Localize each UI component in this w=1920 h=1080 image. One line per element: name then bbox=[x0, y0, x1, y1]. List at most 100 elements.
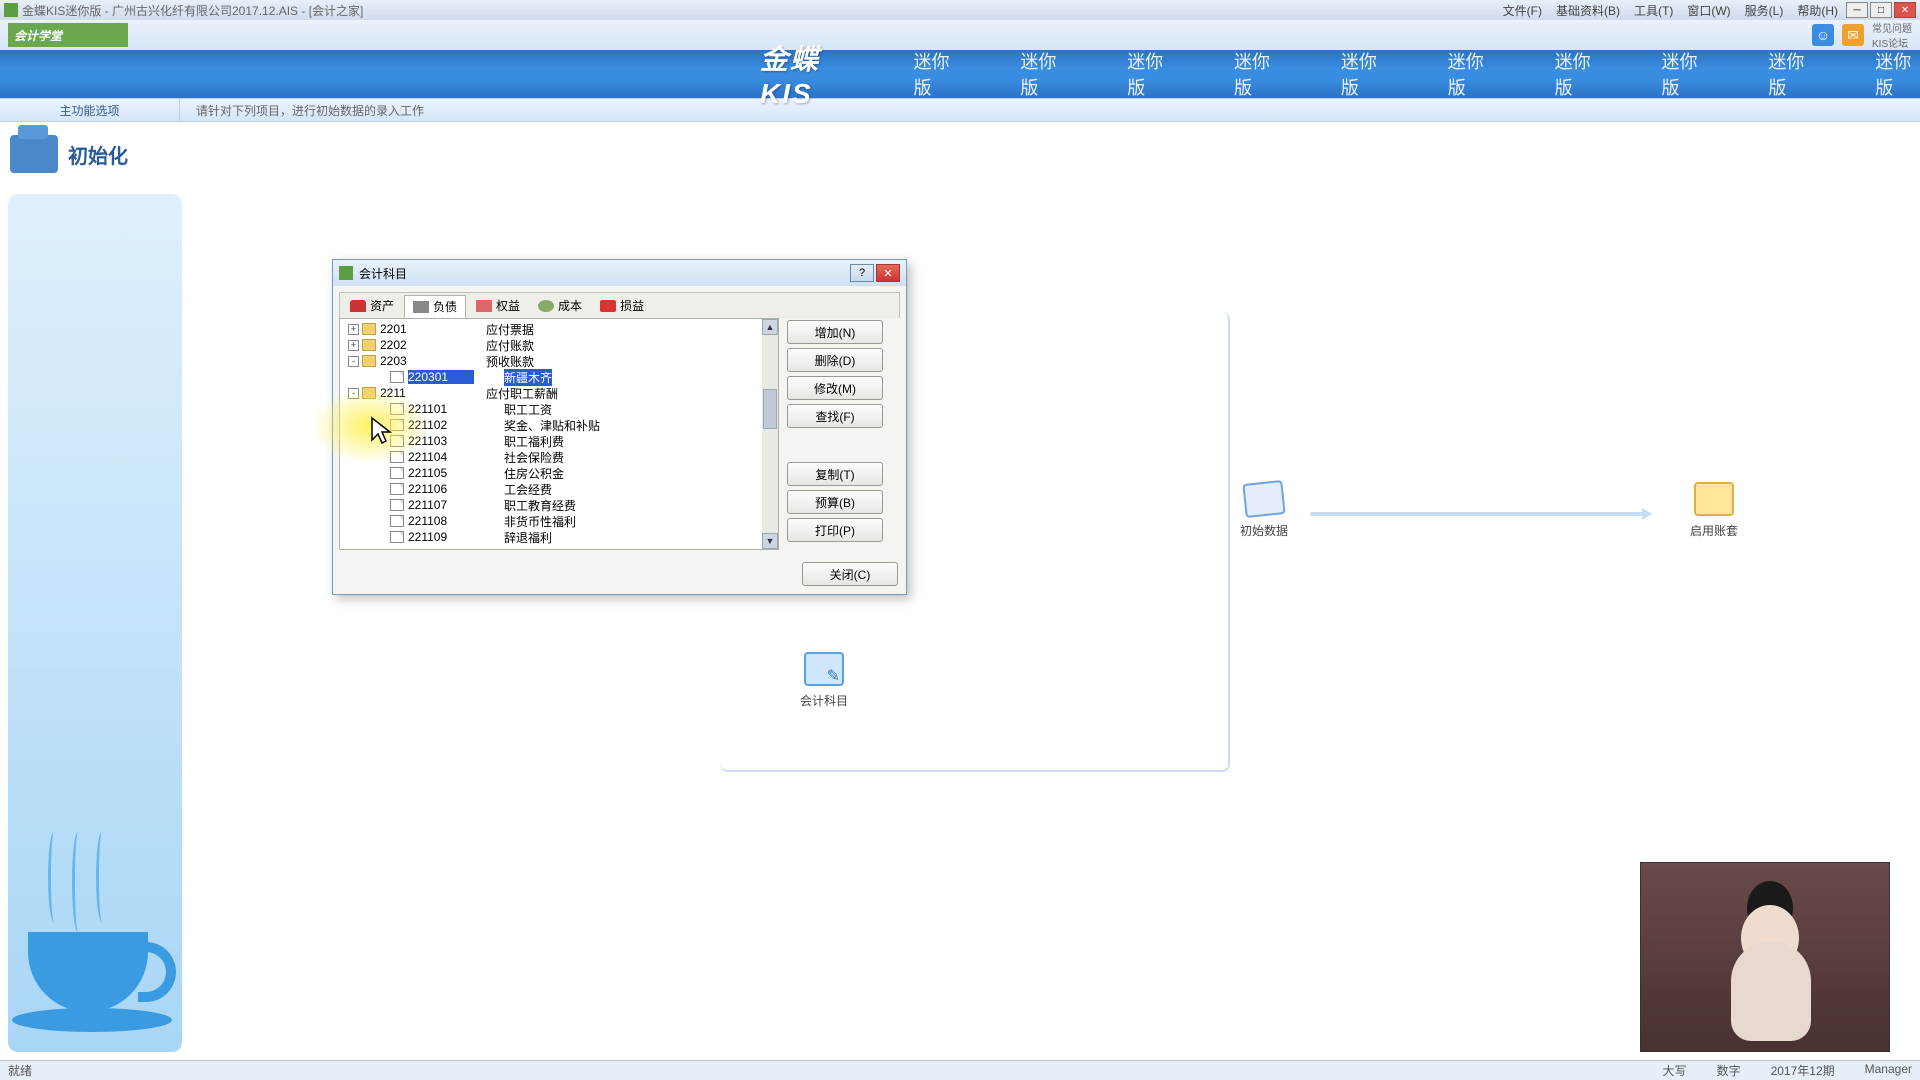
enable-label: 启用账套 bbox=[1690, 522, 1738, 539]
node-code: 221109 bbox=[408, 530, 474, 544]
minimize-button[interactable]: ─ bbox=[1846, 2, 1868, 18]
node-code: 221104 bbox=[408, 450, 474, 464]
print-button[interactable]: 打印(P) bbox=[787, 518, 883, 542]
tree-node-2203[interactable]: -2203预收账款 bbox=[340, 353, 778, 369]
menu-window[interactable]: 窗口(W) bbox=[1681, 2, 1736, 19]
expander-icon[interactable]: - bbox=[348, 356, 359, 367]
expander-icon[interactable]: - bbox=[348, 388, 359, 399]
tree-node-2211[interactable]: -2211应付职工薪酬 bbox=[340, 385, 778, 401]
node-name: 职工福利费 bbox=[504, 433, 564, 450]
scroll-down-button[interactable]: ▼ bbox=[762, 533, 778, 549]
maximize-button[interactable]: □ bbox=[1870, 2, 1892, 18]
node-code: 2202 bbox=[380, 338, 446, 352]
init-icon bbox=[10, 135, 58, 173]
copy-button[interactable]: 复制(T) bbox=[787, 462, 883, 486]
dialog-close-button[interactable]: ✕ bbox=[876, 264, 900, 282]
file-icon bbox=[390, 499, 404, 511]
expander-icon bbox=[376, 532, 387, 543]
scroll-up-button[interactable]: ▲ bbox=[762, 319, 778, 335]
expander-icon bbox=[376, 516, 387, 527]
folder-icon bbox=[362, 387, 376, 399]
app-toolbar: 会计学堂 ☺ ✉ 常见问题 KIS论坛 bbox=[0, 20, 1920, 50]
file-icon bbox=[390, 403, 404, 415]
delete-button[interactable]: 删除(D) bbox=[787, 348, 883, 372]
node-code: 220301 bbox=[408, 370, 474, 384]
main-area: 初始化 会计科目 初始数据 启用账套 bbox=[0, 122, 1920, 1060]
node-name: 社会保险费 bbox=[504, 449, 564, 466]
webcam-overlay bbox=[1640, 862, 1890, 1052]
tab-asset[interactable]: 资产 bbox=[342, 295, 402, 316]
menu-tools[interactable]: 工具(T) bbox=[1628, 2, 1679, 19]
tab-profit[interactable]: 损益 bbox=[592, 295, 652, 316]
statusbar: 就绪 大写 数字 2017年12期 Manager bbox=[0, 1060, 1920, 1080]
dialog-titlebar[interactable]: 会计科目 ? ✕ bbox=[333, 260, 906, 286]
tree-node-2202[interactable]: +2202应付账款 bbox=[340, 337, 778, 353]
expander-icon[interactable]: + bbox=[348, 340, 359, 351]
tree-node-221101[interactable]: 221101职工工资 bbox=[340, 401, 778, 417]
node-code: 221103 bbox=[408, 434, 474, 448]
tree-node-221109[interactable]: 221109 辞退福利 bbox=[340, 529, 778, 545]
node-name: 应付职工薪酬 bbox=[486, 385, 558, 402]
node-name: 新疆木齐 bbox=[504, 369, 552, 386]
status-caps: 大写 bbox=[1663, 1062, 1687, 1079]
expander-icon bbox=[376, 468, 387, 479]
flow-arrow bbox=[1310, 512, 1650, 516]
car-icon bbox=[350, 300, 366, 312]
desktop-icon-enable[interactable]: 启用账套 bbox=[1690, 482, 1738, 539]
section-hint: 请针对下列项目，进行初始数据的录入工作 bbox=[196, 102, 424, 119]
add-button[interactable]: 增加(N) bbox=[787, 320, 883, 344]
sidebar-title: 初始化 bbox=[68, 140, 128, 169]
tab-cost[interactable]: 成本 bbox=[530, 295, 590, 316]
status-user: Manager bbox=[1865, 1062, 1912, 1079]
node-code: 221101 bbox=[408, 402, 474, 416]
node-code: 221107 bbox=[408, 498, 474, 512]
tab-equity[interactable]: 权益 bbox=[468, 295, 528, 316]
node-code: 221106 bbox=[408, 482, 474, 496]
menu-basic[interactable]: 基础资料(B) bbox=[1550, 2, 1626, 19]
modify-button[interactable]: 修改(M) bbox=[787, 376, 883, 400]
tree-node-221106[interactable]: 221106工会经费 bbox=[340, 481, 778, 497]
tree-node-221108[interactable]: 221108 非货币性福利 bbox=[340, 513, 778, 529]
scroll-thumb[interactable] bbox=[763, 389, 777, 429]
desktop-icon-subjects[interactable]: 会计科目 bbox=[800, 652, 848, 709]
node-name: 辞退福利 bbox=[504, 529, 552, 546]
desktop-icon-initdata[interactable]: 初始数据 bbox=[1240, 482, 1288, 539]
node-code: 2203 bbox=[380, 354, 446, 368]
tree-node-221102[interactable]: 221102奖金、津贴和补贴 bbox=[340, 417, 778, 433]
menu-service[interactable]: 服务(L) bbox=[1739, 2, 1790, 19]
close-button[interactable]: ✕ bbox=[1894, 2, 1916, 18]
menu-file[interactable]: 文件(F) bbox=[1497, 2, 1548, 19]
gear-icon bbox=[538, 300, 554, 312]
tree-node-221105[interactable]: 221105住房公积金 bbox=[340, 465, 778, 481]
forum-icon[interactable]: ✉ bbox=[1842, 24, 1864, 46]
tree-node-221104[interactable]: 221104 社会保险费 bbox=[340, 449, 778, 465]
sidebar: 初始化 bbox=[0, 122, 190, 1060]
accounts-tree[interactable]: +2201应付票据+2202应付账款-2203预收账款220301新疆木齐-22… bbox=[339, 318, 779, 550]
find-button[interactable]: 查找(F) bbox=[787, 404, 883, 428]
expander-icon[interactable]: + bbox=[348, 324, 359, 335]
node-name: 应付票据 bbox=[486, 321, 534, 338]
tree-node-221107[interactable]: 221107职工教育经费 bbox=[340, 497, 778, 513]
tree-node-2201[interactable]: +2201应付票据 bbox=[340, 321, 778, 337]
node-name: 非货币性福利 bbox=[504, 513, 576, 530]
file-icon bbox=[390, 467, 404, 479]
tree-scrollbar[interactable]: ▲ ▼ bbox=[762, 319, 778, 549]
status-period: 2017年12期 bbox=[1771, 1062, 1835, 1079]
tree-node-220301[interactable]: 220301 新疆木齐 bbox=[340, 369, 778, 385]
file-icon bbox=[390, 483, 404, 495]
tree-node-221103[interactable]: 221103 职工福利费 bbox=[340, 433, 778, 449]
titlebar: 金蝶KIS迷你版 - 广州古兴化纤有限公司2017.12.AIS - [会计之家… bbox=[0, 0, 1920, 20]
node-code: 221108 bbox=[408, 514, 474, 528]
budget-button[interactable]: 预算(B) bbox=[787, 490, 883, 514]
folder-icon bbox=[362, 355, 376, 367]
expander-icon bbox=[376, 436, 387, 447]
window-title: 金蝶KIS迷你版 - 广州古兴化纤有限公司2017.12.AIS - [会计之家… bbox=[22, 2, 363, 19]
menu-help[interactable]: 帮助(H) bbox=[1791, 2, 1844, 19]
dialog-help-button[interactable]: ? bbox=[850, 264, 874, 282]
main-function-tab[interactable]: 主功能选项 bbox=[0, 99, 180, 121]
calculator-icon bbox=[413, 301, 429, 313]
app-icon bbox=[4, 3, 18, 17]
faq-icon[interactable]: ☺ bbox=[1812, 24, 1834, 46]
dialog-close-footer-button[interactable]: 关闭(C) bbox=[802, 562, 898, 586]
tab-liability[interactable]: 负债 bbox=[404, 295, 466, 318]
